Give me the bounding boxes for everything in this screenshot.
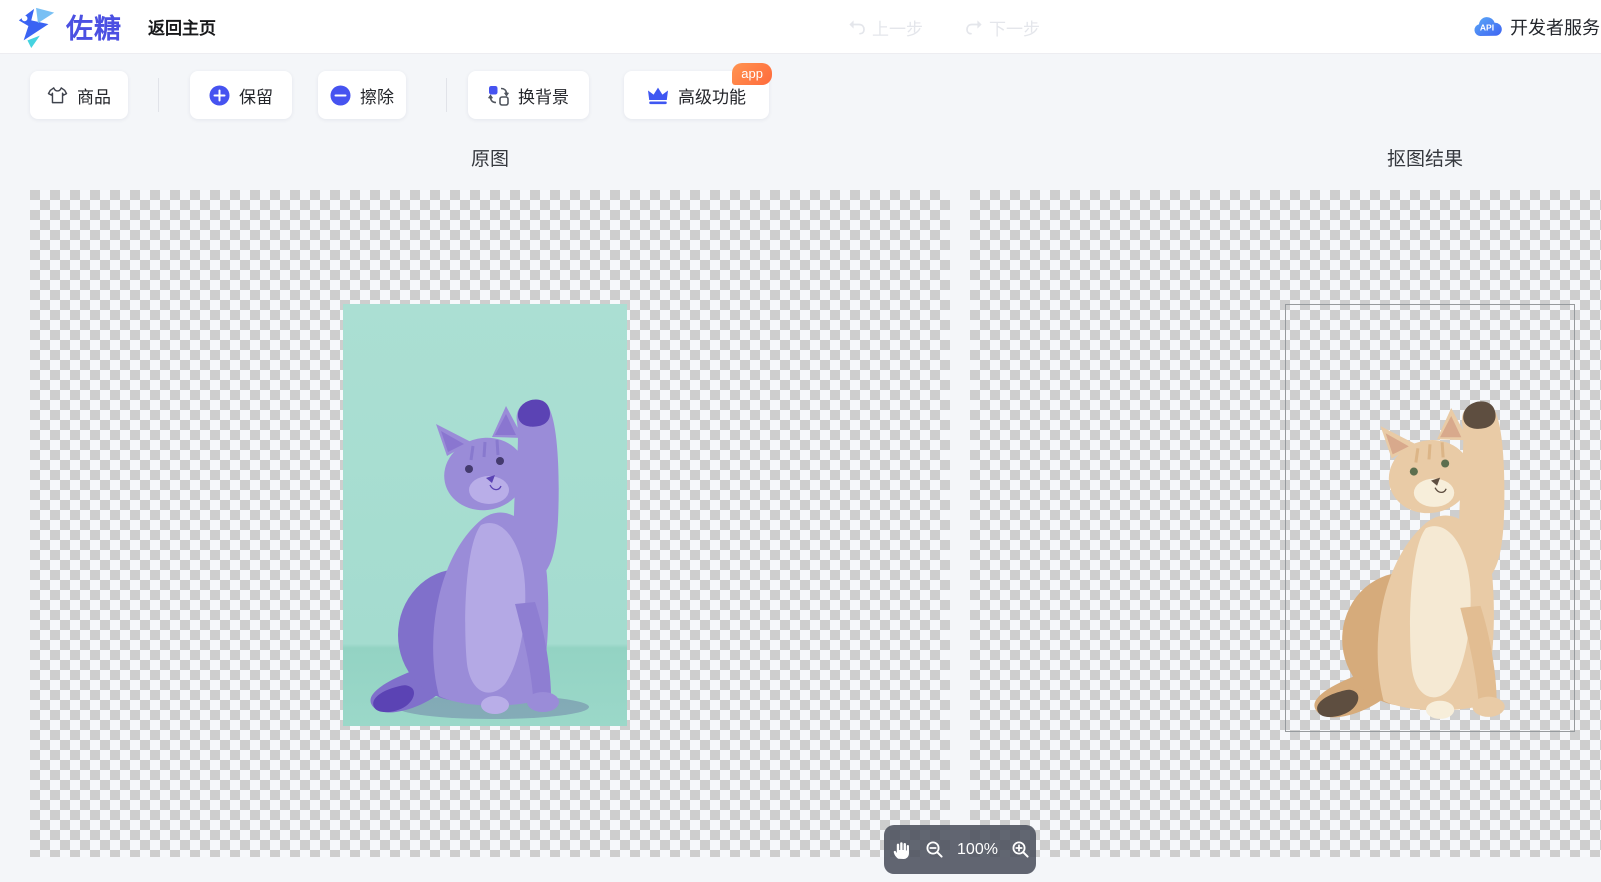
advanced-features-label: 高级功能 <box>678 83 746 108</box>
toolbar-divider <box>446 78 447 112</box>
product-mode-button[interactable]: 商品 <box>30 71 128 119</box>
redo-button[interactable]: 下一步 <box>965 15 1040 40</box>
change-background-button[interactable]: 换背景 <box>468 71 589 119</box>
zoom-level-value: 100% <box>957 841 998 859</box>
editor-toolbar: 商品 保留 擦除 换背景 高级功能 ap <box>0 71 1601 119</box>
toolbar-divider <box>158 78 159 112</box>
app-header: 佐糖 返回主页 上一步 下一步 API 开发者服务 <box>0 0 1601 54</box>
undo-arrow-icon <box>848 18 866 36</box>
minus-circle-icon <box>330 85 351 106</box>
result-cat-image <box>1286 305 1574 731</box>
redo-arrow-icon <box>965 18 983 36</box>
app-badge: app <box>732 63 772 85</box>
zoom-out-button[interactable] <box>925 840 944 859</box>
product-mode-label: 商品 <box>77 83 111 108</box>
advanced-features-button[interactable]: 高级功能 app <box>624 71 769 119</box>
tshirt-icon <box>47 86 68 105</box>
developer-services-label: 开发者服务 <box>1510 14 1600 40</box>
zoom-in-button[interactable] <box>1011 840 1030 859</box>
erase-brush-label: 擦除 <box>360 83 394 108</box>
hand-pan-icon <box>890 839 912 861</box>
zoom-toolbar: 100% <box>884 825 1036 874</box>
plus-circle-icon <box>209 85 230 106</box>
zoom-out-icon <box>925 840 944 859</box>
api-cloud-icon: API <box>1472 16 1503 38</box>
keep-brush-button[interactable]: 保留 <box>190 71 292 119</box>
zoom-in-icon <box>1011 840 1030 859</box>
history-controls: 上一步 下一步 <box>848 0 1040 54</box>
back-home-link[interactable]: 返回主页 <box>148 14 216 39</box>
original-panel-label: 原图 <box>30 144 950 171</box>
cutout-result-image <box>1285 304 1575 732</box>
app-logo[interactable]: 佐糖 <box>16 6 122 48</box>
original-canvas-panel[interactable] <box>30 190 950 857</box>
developer-services-link[interactable]: API 开发者服务 <box>1472 0 1601 54</box>
undo-button[interactable]: 上一步 <box>848 15 923 40</box>
erase-brush-button[interactable]: 擦除 <box>318 71 406 119</box>
logo-text: 佐糖 <box>66 7 122 46</box>
logo-mark-icon <box>16 6 58 48</box>
original-image[interactable] <box>343 304 627 726</box>
keep-brush-label: 保留 <box>239 83 273 108</box>
redo-label: 下一步 <box>989 15 1040 40</box>
api-badge-text: API <box>1480 23 1494 33</box>
swap-background-icon <box>488 85 509 106</box>
result-panel-label: 抠图结果 <box>970 144 1601 171</box>
original-cat-image-masked <box>343 304 627 726</box>
pan-tool-button[interactable] <box>890 839 912 861</box>
change-background-label: 换背景 <box>518 83 569 108</box>
crown-icon <box>647 86 669 105</box>
result-canvas-panel[interactable] <box>970 190 1601 857</box>
undo-label: 上一步 <box>872 15 923 40</box>
